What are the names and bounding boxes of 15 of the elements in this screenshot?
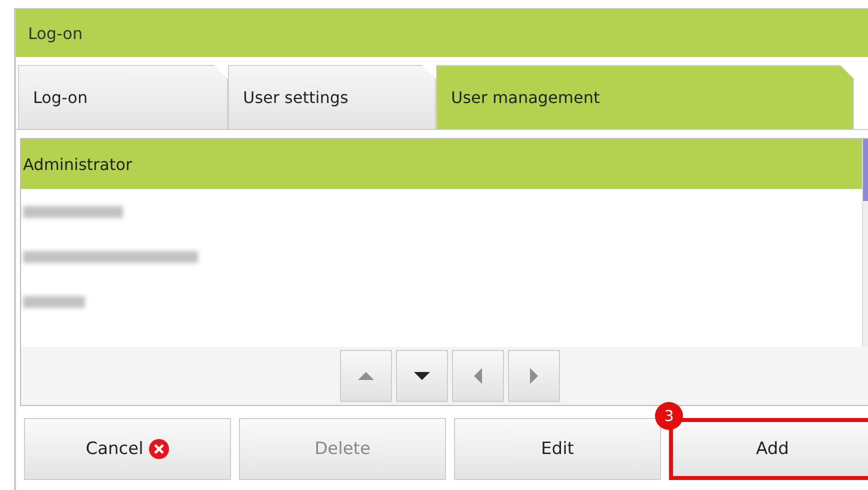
user-list-item[interactable]: Administrator	[21, 139, 862, 189]
down-arrow-icon	[414, 372, 430, 380]
window-title: Log-on	[16, 9, 868, 57]
blurred-name-drawing	[23, 296, 85, 308]
cancel-button[interactable]: Cancel	[24, 418, 231, 480]
action-button[interactable]: Edit	[454, 418, 661, 480]
scroll-bar[interactable]	[862, 139, 868, 347]
tab[interactable]: User settings	[228, 65, 436, 129]
tab[interactable]: Log-on	[18, 65, 228, 129]
tab[interactable]: User management	[436, 65, 854, 129]
up-arrow-icon	[358, 372, 374, 380]
close-icon	[149, 439, 170, 459]
right-arrow-icon	[530, 368, 538, 384]
down-arrow-button[interactable]	[396, 350, 448, 402]
left-arrow-icon	[474, 368, 482, 384]
